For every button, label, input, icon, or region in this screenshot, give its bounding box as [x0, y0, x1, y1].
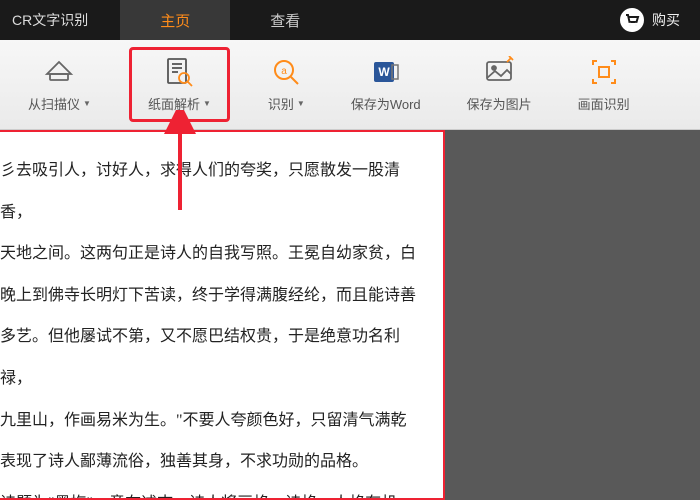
screen-recognize-button[interactable]: 画面识别 — [570, 50, 638, 119]
scanner-label: 从扫描仪 — [28, 94, 80, 113]
image-icon — [483, 56, 515, 88]
chevron-down-icon: ▼ — [203, 99, 211, 108]
doc-line: 多艺。但他屡试不第，又不愿巴结权贵，于是绝意功名利禄， — [0, 316, 431, 399]
buy-button[interactable]: 购买 — [620, 8, 700, 32]
page-analyze-button[interactable]: 纸面解析 ▼ — [129, 47, 230, 122]
scanner-icon — [43, 56, 75, 88]
tab-home-label: 主页 — [160, 10, 190, 31]
doc-line: 九里山，作画易米为生。"不要人夸颜色好，只留清气满乾 — [0, 400, 431, 442]
cart-icon — [620, 8, 644, 32]
chevron-down-icon: ▼ — [83, 99, 91, 108]
document-text: 彡去吸引人，讨好人，求得人们的夸奖，只愿散发一股清香， 天地之间。这两句正是诗人… — [0, 150, 431, 500]
svg-text:a: a — [282, 66, 288, 77]
chevron-down-icon: ▼ — [297, 99, 305, 108]
save-word-label: 保存为Word — [351, 94, 421, 113]
word-icon: W — [370, 56, 402, 88]
save-word-button[interactable]: W 保存为Word — [343, 50, 429, 119]
toolbar: 从扫描仪 ▼ 纸面解析 ▼ a — [0, 40, 700, 130]
app-name: CR文字识别 — [0, 10, 100, 30]
screen-recognize-label: 画面识别 — [578, 94, 630, 113]
tab-home[interactable]: 主页 — [120, 0, 230, 40]
buy-label: 购买 — [652, 10, 680, 30]
document-pane[interactable]: 彡去吸引人，讨好人，求得人们的夸奖，只愿散发一股清香， 天地之间。这两句正是诗人… — [0, 130, 445, 500]
screen-recognize-icon — [588, 56, 620, 88]
save-image-label: 保存为图片 — [467, 94, 532, 113]
tab-view[interactable]: 查看 — [230, 0, 340, 40]
doc-line: 表现了诗人鄙薄流俗，独善其身，不求功勋的品格。 — [0, 441, 431, 483]
tab-view-label: 查看 — [270, 10, 300, 31]
page-analyze-label: 纸面解析 — [148, 94, 200, 113]
content-area: 彡去吸引人，讨好人，求得人们的夸奖，只愿散发一股清香， 天地之间。这两句正是诗人… — [0, 130, 700, 500]
scanner-button[interactable]: 从扫描仪 ▼ — [20, 50, 99, 119]
tab-strip: 主页 查看 — [120, 0, 340, 40]
doc-line: 天地之间。这两句正是诗人的自我写照。王冕自幼家贫，白 — [0, 233, 431, 275]
doc-line: 彡去吸引人，讨好人，求得人们的夸奖，只愿散发一股清香， — [0, 150, 431, 233]
recognize-icon: a — [270, 56, 302, 88]
recognize-label: 识别 — [268, 94, 294, 113]
save-image-button[interactable]: 保存为图片 — [459, 50, 540, 119]
page-analyze-icon — [163, 56, 195, 88]
titlebar: CR文字识别 主页 查看 购买 — [0, 0, 700, 40]
doc-line: 晚上到佛寺长明灯下苦读，终于学得满腹经纶，而且能诗善 — [0, 275, 431, 317]
preview-pane — [445, 130, 700, 500]
recognize-button[interactable]: a 识别 ▼ — [260, 50, 313, 119]
doc-line: 诗题为"墨梅"，意在述志。诗人将画格、诗格、人格有机 — [0, 483, 431, 500]
svg-text:W: W — [378, 65, 390, 79]
